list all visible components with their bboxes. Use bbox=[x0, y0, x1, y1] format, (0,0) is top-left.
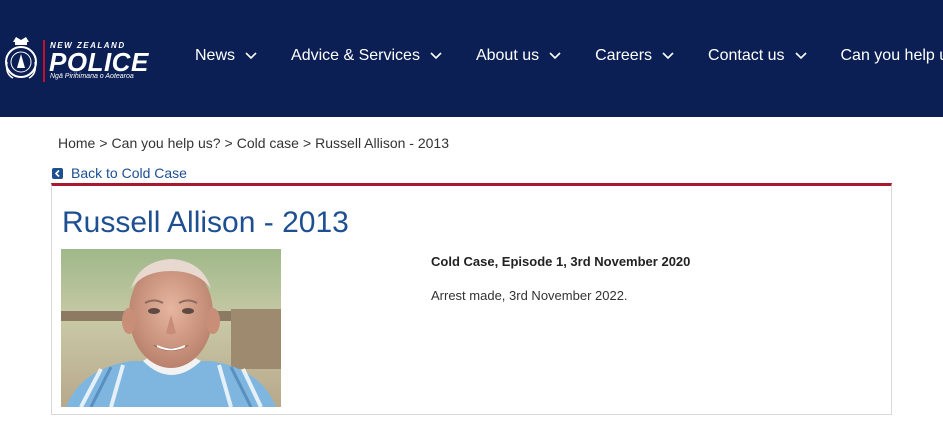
breadcrumb-separator: > bbox=[99, 135, 108, 151]
page-title: Russell Allison - 2013 bbox=[62, 206, 349, 239]
nav-advice-label: Advice & Services bbox=[291, 47, 420, 64]
breadcrumb-home[interactable]: Home bbox=[58, 135, 95, 151]
back-arrow-icon bbox=[52, 167, 63, 179]
victim-photo bbox=[61, 249, 281, 407]
logo-divider bbox=[43, 40, 45, 82]
back-to-cold-case-link[interactable]: Back to Cold Case bbox=[52, 165, 187, 181]
chevron-down-icon bbox=[549, 52, 561, 60]
nav-contact-us[interactable]: Contact us bbox=[708, 47, 807, 65]
breadcrumb-current: Russell Allison - 2013 bbox=[315, 135, 450, 151]
chevron-down-icon bbox=[245, 52, 257, 60]
case-panel: Russell Allison - 2013 Cold Case, Episod… bbox=[51, 183, 892, 415]
nav-advice-services[interactable]: Advice & Services bbox=[291, 47, 442, 65]
logo-subtitle: Ngā Pirihimana o Aotearoa bbox=[50, 73, 134, 80]
nav-news-label: News bbox=[195, 47, 236, 64]
breadcrumb: Home > Can you help us? > Cold case > Russell … bbox=[58, 135, 449, 151]
nav-careers-label: Careers bbox=[595, 47, 653, 64]
police-crest-icon bbox=[5, 37, 37, 79]
breadcrumb-can-you-help[interactable]: Can you help us? bbox=[112, 135, 221, 151]
breadcrumb-separator: > bbox=[224, 135, 233, 151]
breadcrumb-separator: > bbox=[302, 135, 312, 151]
nav-careers[interactable]: Careers bbox=[595, 47, 674, 65]
chevron-down-icon bbox=[430, 52, 442, 60]
nav-about-us[interactable]: About us bbox=[476, 47, 561, 65]
nav-can-you-help-us[interactable]: Can you help us? bbox=[841, 47, 943, 65]
police-logo[interactable]: NEW ZEALAND POLICE Ngā Pirihimana o Aote… bbox=[0, 30, 160, 90]
nav-contact-label: Contact us bbox=[708, 47, 785, 64]
site-header: NEW ZEALAND POLICE Ngā Pirihimana o Aote… bbox=[0, 0, 943, 117]
breadcrumb-cold-case[interactable]: Cold case bbox=[237, 135, 299, 151]
nav-about-label: About us bbox=[475, 47, 540, 64]
back-link-label: Back to Cold Case bbox=[71, 165, 187, 181]
main-nav: News Advice & Services About us Careers … bbox=[195, 47, 943, 65]
nav-help-label: Can you help us? bbox=[840, 47, 943, 64]
chevron-down-icon bbox=[794, 52, 807, 60]
nav-news[interactable]: News bbox=[195, 47, 257, 65]
case-status: Arrest made, 3rd November 2022. bbox=[431, 288, 628, 303]
chevron-down-icon bbox=[662, 52, 674, 60]
case-episode: Cold Case, Episode 1, 3rd November 2020 bbox=[431, 254, 691, 269]
